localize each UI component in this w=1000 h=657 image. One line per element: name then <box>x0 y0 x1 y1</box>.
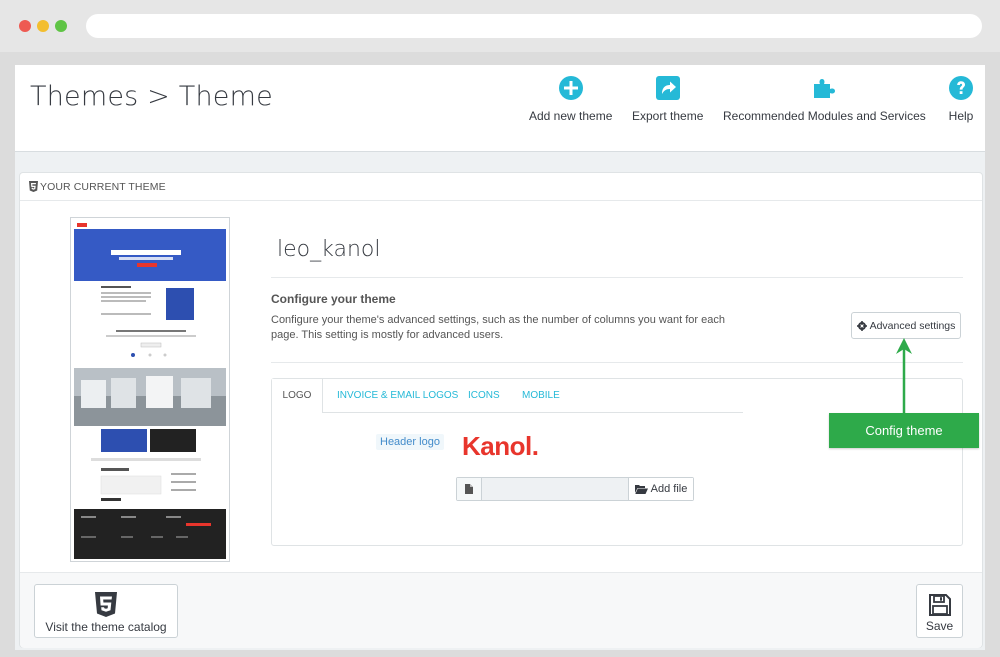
panel-footer: Visit the theme catalog Save <box>20 572 982 648</box>
visit-theme-catalog-label: Visit the theme catalog <box>45 620 167 634</box>
folder-open-icon <box>634 485 648 494</box>
help-label: Help <box>948 109 974 123</box>
kanol-logo-dot: . <box>531 431 539 461</box>
config-theme-callout: Config theme <box>829 413 979 448</box>
admin-page: Themes > Theme Add new theme Export them… <box>15 65 985 650</box>
file-upload-field[interactable]: Add file <box>456 477 694 501</box>
minimize-window-dot[interactable] <box>37 20 49 32</box>
question-circle-icon <box>949 76 973 100</box>
recommended-modules-button[interactable]: Recommended Modules and Services <box>723 75 926 123</box>
kanol-logo: Kanol. <box>462 431 539 462</box>
puzzle-icon <box>814 79 836 98</box>
page-title: Themes > Theme <box>30 81 273 112</box>
config-theme-callout-label: Config theme <box>865 423 943 438</box>
advanced-settings-label: Advanced settings <box>869 319 956 332</box>
save-button[interactable]: Save <box>916 584 963 638</box>
divider <box>271 277 963 278</box>
export-theme-button[interactable]: Export theme <box>632 75 703 123</box>
file-icon <box>465 484 473 494</box>
address-bar[interactable] <box>86 14 982 38</box>
divider <box>271 362 963 363</box>
maximize-window-dot[interactable] <box>55 20 67 32</box>
header-logo-label: Header logo <box>376 434 444 450</box>
add-new-theme-button[interactable]: Add new theme <box>529 75 612 123</box>
tab-divider <box>323 412 743 413</box>
close-window-dot[interactable] <box>19 20 31 32</box>
tab-logo[interactable]: LOGO <box>272 379 323 413</box>
theme-preview-image <box>70 217 230 562</box>
add-new-theme-label: Add new theme <box>529 109 613 123</box>
visit-theme-catalog-button[interactable]: Visit the theme catalog <box>34 584 178 638</box>
kanol-logo-text: Kanol <box>462 431 532 461</box>
theme-name: leo_kanol <box>277 237 381 262</box>
save-label: Save <box>925 619 954 633</box>
share-icon <box>655 76 680 100</box>
html5-icon <box>95 592 117 617</box>
tab-invoice-email-logos[interactable]: INVOICE & EMAIL LOGOS <box>337 379 458 412</box>
panel-heading-text: YOUR CURRENT THEME <box>40 181 166 193</box>
logo-tabs: LOGO INVOICE & EMAIL LOGOS ICONS MOBILE … <box>271 378 963 546</box>
config-title: Configure your theme <box>271 292 396 306</box>
export-theme-label: Export theme <box>632 109 704 123</box>
plus-circle-icon <box>558 76 583 100</box>
current-theme-panel: YOUR CURRENT THEME leo_kanol Configure y… <box>19 172 983 648</box>
tab-icons[interactable]: ICONS <box>468 379 500 412</box>
floppy-disk-icon <box>928 594 951 616</box>
theme-screenshot <box>74 221 226 559</box>
browser-chrome <box>0 0 1000 52</box>
config-description: Configure your theme's advanced settings… <box>271 314 725 341</box>
callout-arrow-icon <box>896 338 912 414</box>
recommended-modules-label: Recommended Modules and Services <box>723 109 926 123</box>
file-name-input[interactable] <box>482 478 630 500</box>
page-header: Themes > Theme Add new theme Export them… <box>15 65 985 152</box>
tab-mobile[interactable]: MOBILE <box>522 379 560 412</box>
help-button[interactable]: Help <box>948 75 974 123</box>
add-file-label: Add file <box>650 483 688 495</box>
file-icon-cell <box>457 478 482 500</box>
panel-heading: YOUR CURRENT THEME <box>20 173 982 201</box>
html5-icon <box>29 181 38 192</box>
add-file-button[interactable]: Add file <box>628 478 693 500</box>
gear-icon <box>856 320 867 331</box>
